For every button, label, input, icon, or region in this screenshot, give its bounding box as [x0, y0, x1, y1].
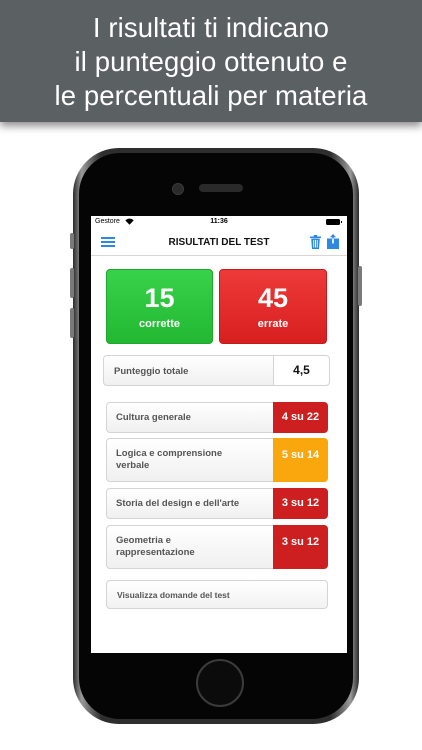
wrong-answers-box: 45 errate	[219, 269, 327, 344]
mute-switch	[70, 233, 74, 249]
correct-answers-box: 15 corrette	[106, 269, 213, 344]
phone-bezel: Gestore 11:36 RISULTATI DEL TEST 15 corr…	[79, 153, 353, 719]
front-camera	[172, 183, 184, 195]
promo-banner: I risultati ti indicano il punteggio ott…	[0, 0, 422, 122]
trash-icon[interactable]	[310, 235, 321, 249]
banner-line-3: le percentuali per materia	[54, 80, 368, 111]
subject-score-badge: 3 su 12	[273, 488, 328, 519]
app-screen: Gestore 11:36 RISULTATI DEL TEST 15 corr…	[91, 216, 347, 653]
subject-label: Cultura generale	[116, 412, 191, 423]
volume-up-button	[70, 268, 74, 298]
wrong-count: 45	[257, 283, 289, 313]
view-test-questions-label: Visualizza domande del test	[117, 590, 230, 600]
subject-row[interactable]: Storia del design e dell'arte 3 su 12	[106, 488, 328, 519]
correct-label: corrette	[139, 318, 180, 330]
subject-label: Storia del design e dell'arte	[116, 498, 240, 509]
correct-count: 15	[144, 283, 175, 313]
subject-row[interactable]: Cultura generale 4 su 22	[106, 402, 328, 433]
home-button[interactable]	[196, 659, 244, 707]
status-time: 11:36	[210, 218, 228, 225]
total-score-label: Punteggio totale	[114, 366, 189, 377]
total-score-row: Punteggio totale 4,5	[103, 355, 330, 386]
volume-down-button	[70, 308, 74, 338]
share-icon[interactable]	[327, 234, 339, 249]
banner-line-1: I risultati ti indicano	[92, 12, 330, 43]
subject-row[interactable]: Logica e comprensione verbale 5 su 14	[106, 438, 328, 482]
subject-score-badge: 4 su 22	[273, 402, 328, 433]
subject-row[interactable]: Geometria e rappresentazione 3 su 12	[106, 525, 328, 569]
nav-bar: RISULTATI DEL TEST	[91, 228, 347, 256]
subject-score-badge: 3 su 12	[273, 525, 328, 569]
subject-score-badge: 5 su 14	[273, 438, 328, 482]
subject-label-line2: verbale	[116, 460, 150, 471]
status-bar: Gestore 11:36	[91, 216, 347, 228]
page-title: RISULTATI DEL TEST	[168, 237, 270, 248]
power-button	[358, 266, 362, 306]
wrong-label: errate	[257, 318, 289, 330]
phone-frame: Gestore 11:36 RISULTATI DEL TEST 15 corr…	[70, 148, 362, 724]
earpiece-speaker	[199, 184, 243, 192]
subject-label: Logica e comprensione	[116, 448, 223, 459]
total-score-value: 4,5	[273, 356, 329, 385]
view-test-questions-button[interactable]: Visualizza domande del test	[106, 580, 328, 609]
battery-icon	[326, 219, 342, 225]
banner-line-2: il punteggio ottenuto e	[74, 46, 348, 77]
subject-label: Geometria e	[116, 535, 171, 546]
subject-label-line2: rappresentazione	[116, 547, 195, 558]
